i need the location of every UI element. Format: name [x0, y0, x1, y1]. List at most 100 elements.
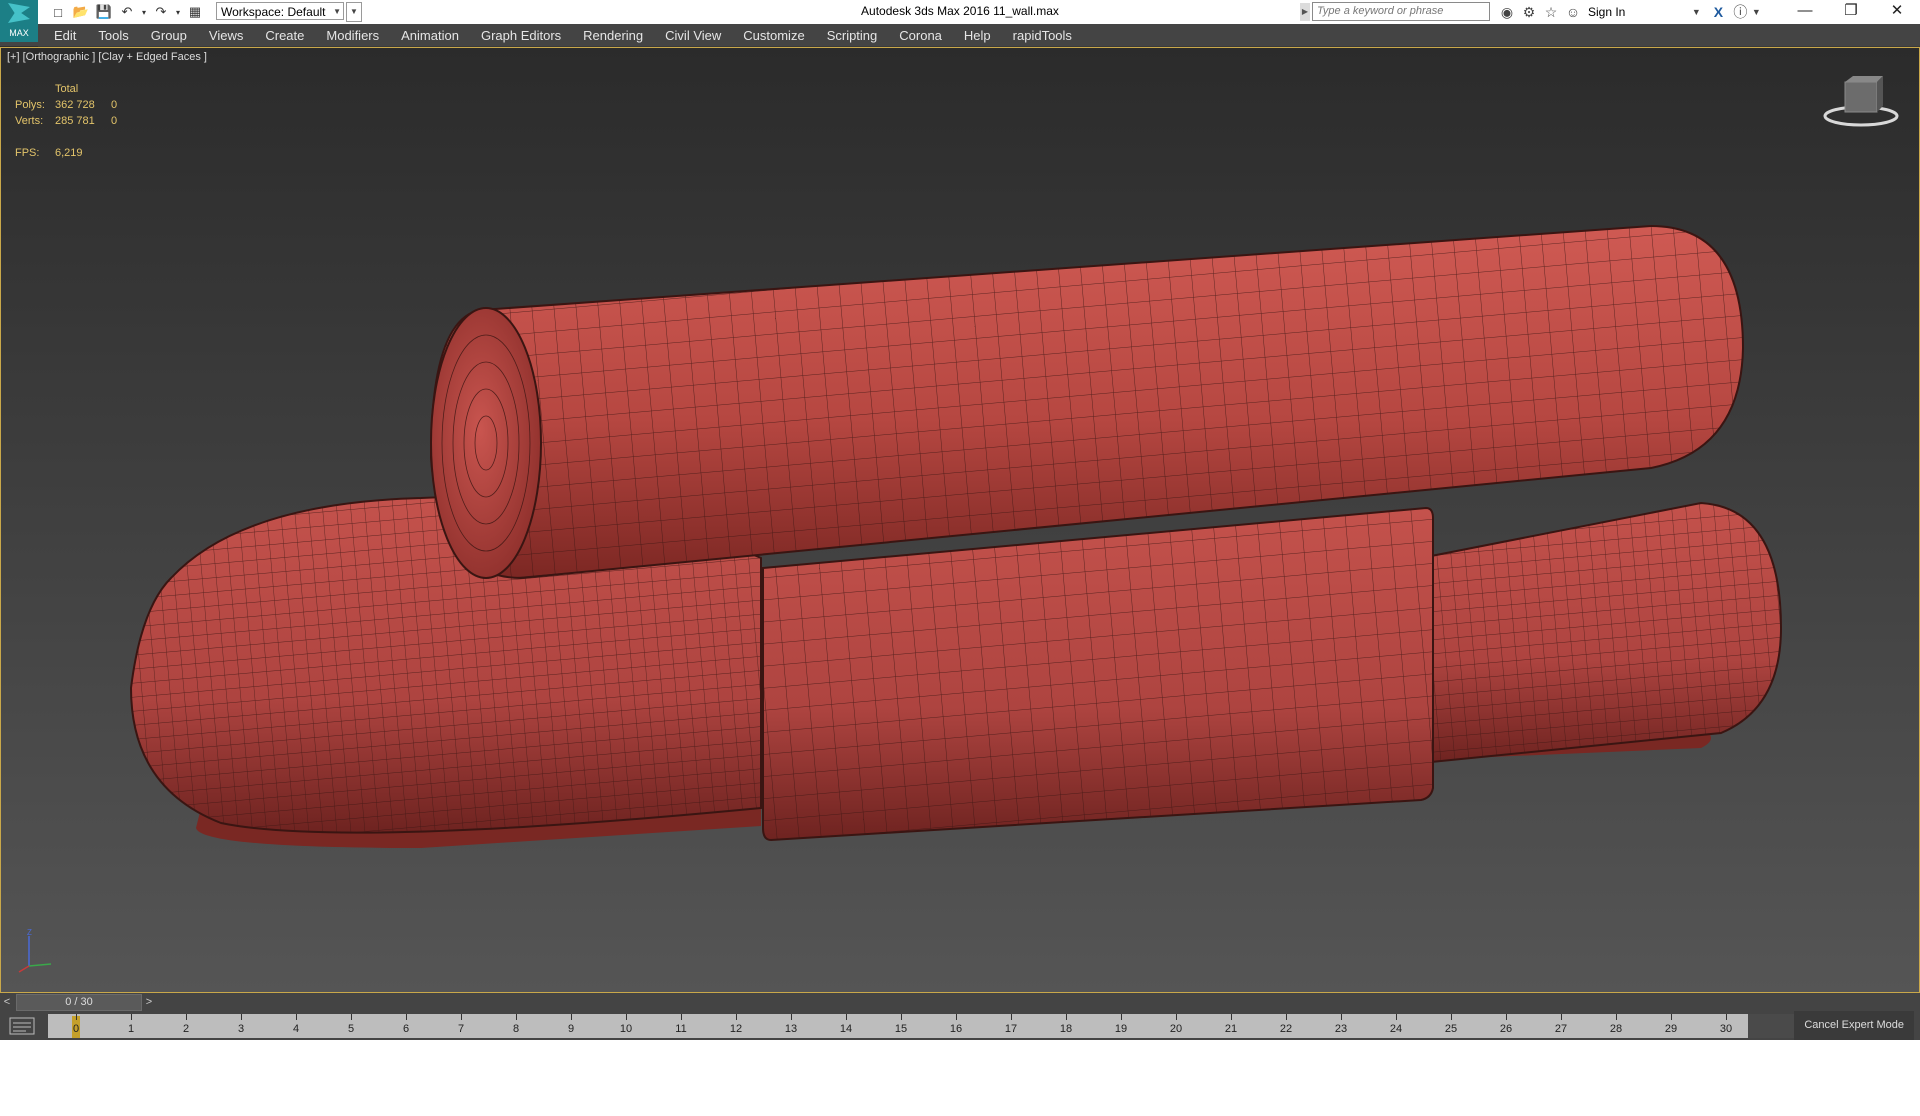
- timeline-tick: [681, 1014, 682, 1020]
- binoculars-icon[interactable]: ◉: [1496, 4, 1518, 21]
- project-folder-icon[interactable]: ▦: [185, 2, 205, 22]
- timeline-tick: [1066, 1014, 1067, 1020]
- timeline-tick-label: 4: [292, 1023, 300, 1035]
- timeline-tick-label: 18: [1059, 1023, 1073, 1035]
- timeline-tick: [846, 1014, 847, 1020]
- timeline-tick-label: 19: [1114, 1023, 1128, 1035]
- timeline-tick-label: 9: [567, 1023, 575, 1035]
- time-slider: < 0 / 30 >: [0, 993, 1920, 1011]
- timeline-tick: [1561, 1014, 1562, 1020]
- new-file-icon[interactable]: □: [48, 2, 68, 22]
- bolster-end-cap: [430, 307, 542, 579]
- menu-tools[interactable]: Tools: [98, 28, 128, 43]
- menu-civil-view[interactable]: Civil View: [665, 28, 721, 43]
- menu-corona[interactable]: Corona: [899, 28, 942, 43]
- timeline-tick: [1396, 1014, 1397, 1020]
- workspace-dropdown[interactable]: Workspace: Default ▼: [216, 2, 344, 20]
- back-support-mesh: [763, 508, 1433, 840]
- timeline-track[interactable]: 0 1 2 3 4 5 6 7 8 9 10 11 12 13 14 15 16 17 18 19 20 21 22 23 24…: [48, 1014, 1748, 1038]
- menu-graph-editors[interactable]: Graph Editors: [481, 28, 561, 43]
- restore-icon[interactable]: ❐: [1828, 0, 1874, 24]
- timeline-tick-label: 3: [237, 1023, 245, 1035]
- menu-customize[interactable]: Customize: [743, 28, 804, 43]
- next-frame-button[interactable]: >: [142, 993, 156, 1011]
- workspace-label: Workspace: Default: [221, 5, 326, 19]
- timeline-tick: [956, 1014, 957, 1020]
- time-slider-thumb[interactable]: 0 / 30: [16, 994, 142, 1011]
- timeline-tick: [241, 1014, 242, 1020]
- search-expand-icon[interactable]: ▶: [1300, 3, 1310, 21]
- timeline-tick-label: 5: [347, 1023, 355, 1035]
- menu-rapidtools[interactable]: rapidTools: [1013, 28, 1072, 43]
- undo-dropdown-icon[interactable]: ▾: [140, 2, 148, 22]
- search-input[interactable]: Type a keyword or phrase: [1312, 2, 1490, 21]
- verts-selected: 0: [111, 115, 118, 127]
- prev-frame-button[interactable]: <: [0, 993, 14, 1011]
- customize-quick-access-icon[interactable]: ▼: [346, 2, 362, 22]
- timeline-tick: [131, 1014, 132, 1020]
- viewport-label[interactable]: [+] [Orthographic ] [Clay + Edged Faces …: [7, 51, 207, 63]
- timeline-tick: [296, 1014, 297, 1020]
- timeline-tick: [791, 1014, 792, 1020]
- subscription-icon[interactable]: ⚙: [1518, 4, 1540, 21]
- timeline-tick: [516, 1014, 517, 1020]
- open-file-icon[interactable]: 📂: [71, 2, 91, 22]
- menu-group[interactable]: Group: [151, 28, 187, 43]
- sofa-model: [129, 224, 1783, 848]
- timeline-tick-label: 24: [1389, 1023, 1403, 1035]
- menu-rendering[interactable]: Rendering: [583, 28, 643, 43]
- viewcube-icon[interactable]: [1823, 72, 1899, 132]
- menu-help[interactable]: Help: [964, 28, 991, 43]
- verts-total: 285 781: [55, 115, 95, 127]
- timeline-tick-label: 26: [1499, 1023, 1513, 1035]
- cancel-expert-mode-button[interactable]: Cancel Expert Mode: [1794, 1011, 1914, 1040]
- timeline-tick-label: 27: [1554, 1023, 1568, 1035]
- timeline-tick-label: 8: [512, 1023, 520, 1035]
- mini-curve-editor-icon[interactable]: [8, 1015, 36, 1037]
- viewport-statistics: Total Polys: 362 728 0 Verts: 285 781 0 FPS:…: [15, 81, 117, 161]
- verts-label: Verts:: [15, 115, 44, 127]
- menu-edit[interactable]: Edit: [54, 28, 76, 43]
- track-bar: 0 1 2 3 4 5 6 7 8 9 10 11 12 13 14 15 16 17 18 19 20 21 22 23 24…: [0, 1011, 1920, 1040]
- minimize-icon[interactable]: —: [1782, 0, 1828, 24]
- sign-in-dropdown-icon[interactable]: ▼: [1685, 7, 1707, 17]
- save-file-icon[interactable]: 💾: [94, 2, 114, 22]
- timeline-tick: [1176, 1014, 1177, 1020]
- infocenter-toolbar: ◉ ⚙ ☆ ☺ Sign In ▼ X ⓘ ▼: [1496, 2, 1761, 22]
- menu-scripting[interactable]: Scripting: [827, 28, 878, 43]
- close-icon[interactable]: ✕: [1874, 0, 1920, 24]
- help-dropdown-icon[interactable]: ▼: [1751, 7, 1761, 17]
- menu-create[interactable]: Create: [265, 28, 304, 43]
- timeline-tick: [186, 1014, 187, 1020]
- timeline-tick: [1341, 1014, 1342, 1020]
- polys-selected: 0: [111, 99, 118, 111]
- menu-animation[interactable]: Animation: [401, 28, 459, 43]
- main-menu: Edit Tools Group Views Create Modifiers …: [54, 24, 1094, 46]
- undo-icon[interactable]: ↶: [117, 2, 137, 22]
- timeline-tick: [1286, 1014, 1287, 1020]
- perspective-viewport[interactable]: [+] [Orthographic ] [Clay + Edged Faces …: [0, 47, 1920, 993]
- redo-dropdown-icon[interactable]: ▾: [174, 2, 182, 22]
- sign-in-button[interactable]: Sign In: [1588, 5, 1625, 19]
- user-icon[interactable]: ☺: [1562, 4, 1584, 20]
- timeline-tick-label: 0: [72, 1023, 80, 1035]
- bolster-mesh: [431, 226, 1743, 578]
- redo-icon[interactable]: ↷: [151, 2, 171, 22]
- timeline-tick-label: 22: [1279, 1023, 1293, 1035]
- timeline-tick-label: 14: [839, 1023, 853, 1035]
- menu-views[interactable]: Views: [209, 28, 243, 43]
- timeline-tick-label: 7: [457, 1023, 465, 1035]
- timeline-tick: [76, 1014, 77, 1020]
- stats-header: Total: [55, 83, 79, 95]
- timeline-tick: [1506, 1014, 1507, 1020]
- exchange-apps-icon[interactable]: X: [1707, 4, 1729, 20]
- app-menu-button[interactable]: MAX: [0, 0, 38, 42]
- menu-bar: Edit Tools Group Views Create Modifiers …: [0, 24, 1920, 47]
- timeline-tick: [626, 1014, 627, 1020]
- star-icon[interactable]: ☆: [1540, 4, 1562, 21]
- timeline-tick: [1121, 1014, 1122, 1020]
- help-icon[interactable]: ⓘ: [1729, 2, 1751, 22]
- menu-modifiers[interactable]: Modifiers: [326, 28, 379, 43]
- timeline-tick: [571, 1014, 572, 1020]
- timeline-tick: [351, 1014, 352, 1020]
